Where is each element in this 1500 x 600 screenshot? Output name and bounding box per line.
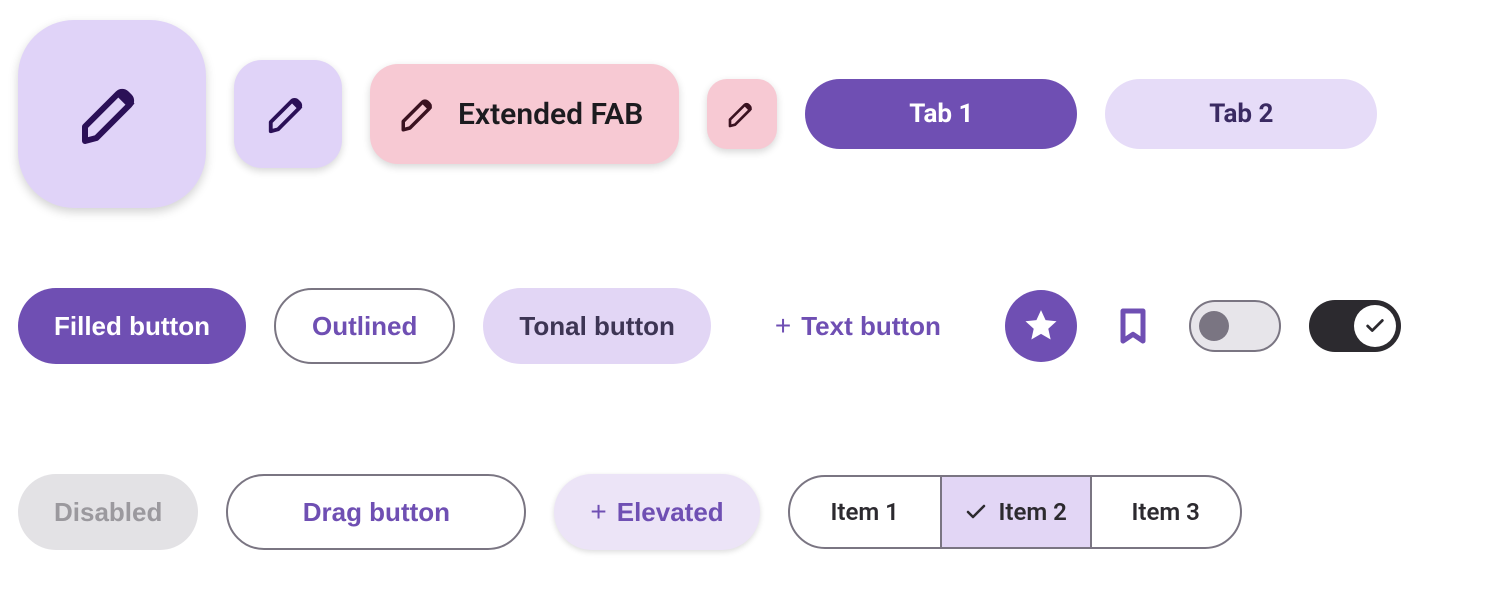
segment-item-1[interactable]: Item 1 — [790, 477, 940, 547]
segment-label: Item 1 — [830, 498, 898, 526]
text-button[interactable]: + Text button — [739, 288, 977, 364]
tab-2[interactable]: Tab 2 — [1105, 79, 1377, 149]
switch-thumb — [1354, 305, 1396, 347]
star-icon-button[interactable] — [1005, 290, 1077, 362]
segment-label: Item 3 — [1131, 498, 1199, 526]
extended-fab-label: Extended FAB — [458, 97, 643, 132]
edit-icon — [265, 91, 311, 137]
extended-fab[interactable]: Extended FAB — [370, 64, 679, 164]
button-label: Tonal button — [519, 311, 674, 342]
check-icon — [964, 500, 988, 524]
switch-on[interactable] — [1309, 300, 1401, 352]
plus-icon: + — [590, 498, 606, 526]
elevated-button[interactable]: + Elevated — [554, 474, 759, 550]
segmented-buttons: Item 1 Item 2 Item 3 — [788, 475, 1242, 549]
segment-label: Item 2 — [998, 498, 1066, 526]
tab-1[interactable]: Tab 1 — [805, 79, 1077, 149]
segment-item-2[interactable]: Item 2 — [940, 477, 1090, 547]
button-label: Text button — [801, 311, 941, 342]
button-label: Disabled — [54, 497, 162, 528]
tonal-button[interactable]: Tonal button — [483, 288, 710, 364]
outlined-button[interactable]: Outlined — [274, 288, 455, 364]
button-label: Elevated — [617, 497, 724, 528]
star-icon — [1022, 307, 1060, 345]
fab-small[interactable] — [707, 79, 777, 149]
bookmark-icon — [1113, 306, 1153, 346]
filled-button[interactable]: Filled button — [18, 288, 246, 364]
segment-item-3[interactable]: Item 3 — [1090, 477, 1240, 547]
check-icon — [1364, 315, 1386, 337]
switch-off[interactable] — [1189, 300, 1281, 352]
tab-label: Tab 2 — [1209, 99, 1273, 129]
plus-icon: + — [775, 312, 791, 340]
edit-icon — [76, 78, 148, 150]
disabled-button: Disabled — [18, 474, 198, 550]
edit-icon — [398, 93, 440, 135]
edit-icon — [726, 98, 758, 130]
tab-label: Tab 1 — [909, 99, 973, 129]
fab-large[interactable] — [18, 20, 206, 208]
fab-medium[interactable] — [234, 60, 342, 168]
button-label: Filled button — [54, 311, 210, 342]
button-label: Drag button — [303, 497, 450, 528]
drag-button[interactable]: Drag button — [226, 474, 526, 550]
button-label: Outlined — [312, 311, 417, 342]
bookmark-icon-button[interactable] — [1105, 298, 1161, 354]
switch-thumb — [1199, 311, 1229, 341]
